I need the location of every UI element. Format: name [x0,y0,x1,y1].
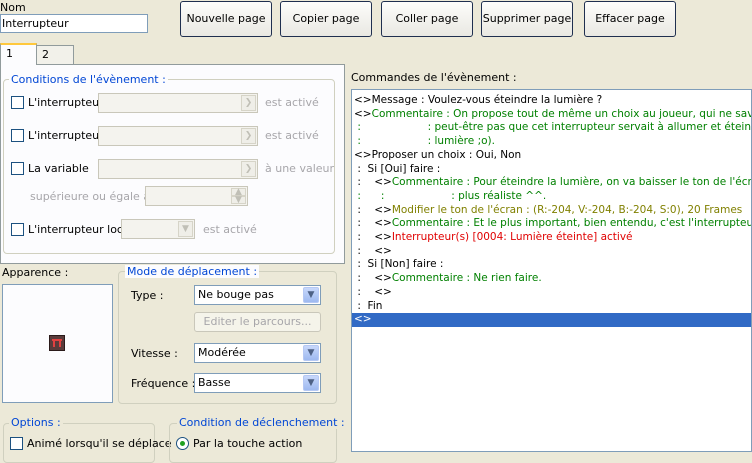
command-text: Commentaire : Et le plus important, bien… [391,217,752,230]
frequency-value: Basse [198,376,231,389]
command-text: : : lumière ;o). [354,135,495,148]
local-switch-suffix: est activé [203,223,257,236]
command-text: Modifier le ton de l'écran : (R:-204, V:… [391,203,743,216]
frequency-label: Fréquence : [131,377,196,390]
action-button-radio[interactable] [176,437,189,450]
chevron-down-icon: ▼ [303,345,319,361]
type-value: Ne bouge pas [198,288,274,301]
switch2-field[interactable]: ❯ [98,126,258,146]
command-text: : <> [354,244,392,257]
walk-anim-label: Animé lorsqu'il se déplace [27,437,172,450]
command-line[interactable]: <>Proposer un choix : Oui, Non [354,149,521,163]
appearance-label: Apparence : [2,266,69,279]
command-line[interactable]: <> [352,313,751,327]
chevron-right-icon: ❯ [241,128,256,144]
new-page-button[interactable]: Nouvelle page [180,1,272,37]
command-line[interactable]: : <>Commentaire : Ne rien faire. [354,272,542,286]
command-line[interactable]: : : : plus réaliste ^^. [354,190,546,204]
command-line[interactable]: : Si [Non] faire : [354,258,443,272]
command-text: : : : plus réaliste ^^. [354,189,547,202]
edit-route-button[interactable]: Editer le parcours... [194,312,321,332]
spin-down-icon: ▼ [231,196,246,205]
variable-suffix: à une valeur [265,162,335,175]
options-legend: Options : [9,416,63,429]
command-text: : Si [Oui] faire : [354,162,441,175]
command-text: : <> [354,231,392,243]
command-line[interactable]: : <>Commentaire : Pour éteindre la lumiè… [354,176,752,190]
command-text: <> [354,313,372,326]
switch1-suffix: est activé [265,96,319,109]
variable-checkbox[interactable] [11,162,24,175]
command-text: : <> [354,272,392,285]
commands-label: Commandes de l'évènement : [351,71,517,84]
local-switch-field[interactable]: ▼ [121,219,195,239]
name-input[interactable]: Interrupteur [0,14,148,33]
local-switch-label: L'interrupteur local [28,223,133,236]
command-text: : Si [Non] faire : [354,258,444,271]
command-text: Commentaire : Pour éteindre la lumière, … [391,176,752,189]
copy-page-button[interactable]: Copier page [280,1,372,37]
clear-page-button[interactable]: Effacer page [584,1,676,37]
command-text: : <> [354,217,392,230]
chevron-right-icon: ❯ [241,161,256,177]
type-select[interactable]: Ne bouge pas ▼ [194,285,321,305]
command-line[interactable]: <>Message : Voulez-vous éteindre la lumi… [354,94,602,108]
switch1-field[interactable]: ❯ [98,93,258,113]
tab-page-1[interactable]: 1 [0,43,37,65]
chevron-right-icon: ❯ [241,95,256,111]
command-line[interactable]: <>Commentaire : On propose tout de même … [354,107,752,122]
command-line[interactable]: : <> [354,245,392,259]
command-text: : <> [354,285,392,298]
command-line[interactable]: : <>Interrupteur(s) [0004: Lumière étein… [354,231,633,245]
movement-legend: Mode de déplacement : [125,265,260,278]
command-text: <>Proposer un choix : Oui, Non [354,148,522,161]
command-text: Commentaire : Ne rien faire. [391,272,542,285]
switch2-label: L'interrupteur [28,129,104,142]
switch2-checkbox[interactable] [11,129,24,142]
chevron-down-icon: ▼ [178,221,193,237]
command-text: <> [354,107,372,120]
action-button-label: Par la touche action [193,437,303,450]
tab-page-2[interactable]: 2 [36,45,74,64]
variable-field[interactable]: ❯ [98,159,258,179]
event-sprite-icon [49,335,65,351]
walk-anim-checkbox[interactable] [10,437,23,450]
delete-page-button[interactable]: Supprimer page [481,1,573,37]
command-line[interactable]: : : peut-être pas que cet interrupteur s… [354,121,752,135]
conditions-legend: Conditions de l'évènement : [9,73,168,86]
variable-compare-label: supérieure ou égale à [30,190,151,203]
command-line[interactable]: : : lumière ;o). [354,135,495,149]
variable-value-field[interactable]: ▲ ▼ [145,186,248,206]
command-line[interactable]: : <> [354,286,392,300]
command-text: Commentaire : On propose tout de même un… [371,107,752,120]
speed-label: Vitesse : [131,347,178,360]
command-line[interactable]: : <>Commentaire : Et le plus important, … [354,217,752,231]
command-text: <>Message : Voulez-vous éteindre la lumi… [354,94,603,106]
command-line[interactable]: : Si [Oui] faire : [354,163,440,177]
switch1-label: L'interrupteur [28,96,104,109]
switch2-suffix: est activé [265,129,319,142]
paste-page-button[interactable]: Coller page [381,1,473,37]
speed-select[interactable]: Modérée ▼ [194,343,321,363]
chevron-down-icon: ▼ [303,287,319,303]
local-switch-checkbox[interactable] [11,223,24,236]
command-text: : Fin [354,299,383,312]
command-text: : <> [354,203,392,216]
speed-value: Modérée [198,346,246,359]
chevron-down-icon: ▼ [303,375,319,391]
command-text: Interrupteur(s) [0004: Lumière éteinte] … [391,231,633,243]
appearance-preview[interactable] [2,284,113,403]
trigger-legend: Condition de déclenchement : [177,416,347,429]
switch1-checkbox[interactable] [11,96,24,109]
command-text: : <> [354,176,392,189]
name-label: Nom [0,1,26,14]
type-label: Type : [131,289,164,302]
command-line[interactable]: : <>Modifier le ton de l'écran : (R:-204… [354,204,742,218]
command-text: : : peut-être pas que cet interrupteur s… [354,121,752,134]
command-list[interactable]: <>Message : Voulez-vous éteindre la lumi… [351,89,752,452]
frequency-select[interactable]: Basse ▼ [194,373,321,393]
command-line[interactable]: : Fin [354,300,382,314]
variable-label: La variable [28,162,89,175]
